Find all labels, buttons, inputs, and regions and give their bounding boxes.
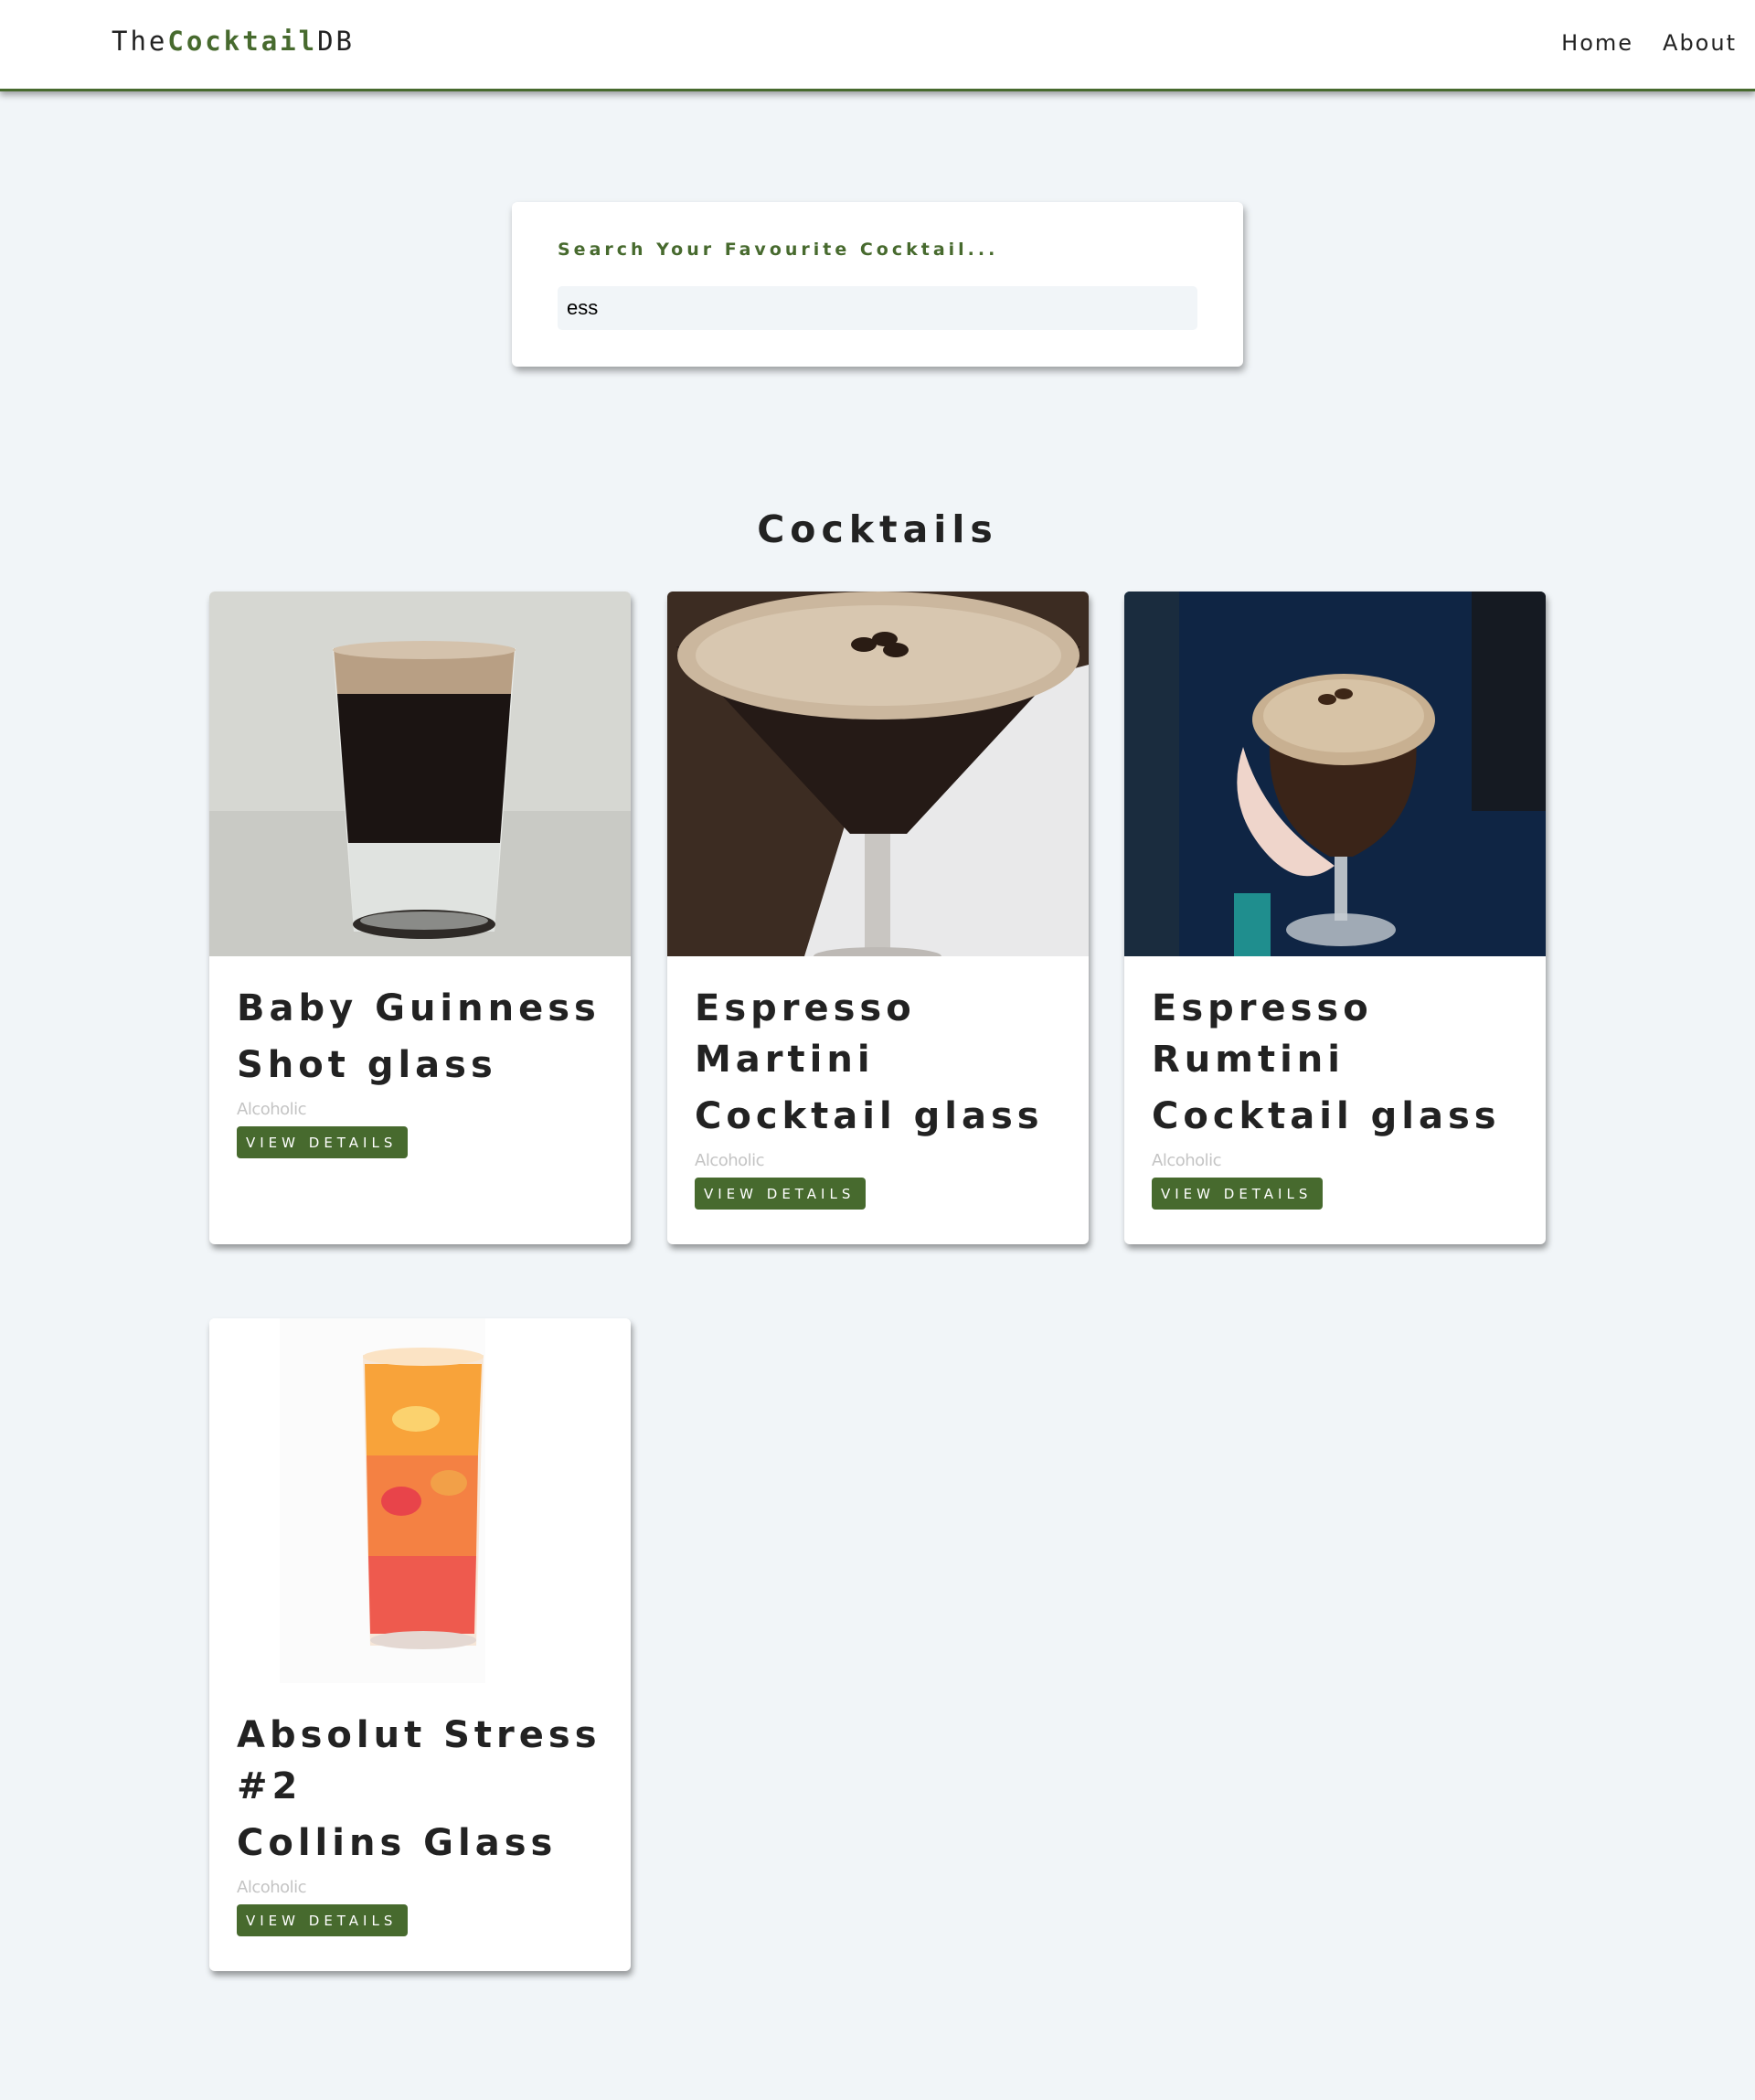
site-logo[interactable]: TheCocktailDB: [112, 26, 355, 57]
cocktail-card: Absolut Stress #2 Collins Glass Alcoholi…: [209, 1318, 631, 1971]
cocktail-name: Absolut Stress #2: [237, 1714, 601, 1807]
search-form: Search Your Favourite Cocktail...: [512, 202, 1243, 367]
card-footer: Baby Guinness Shot glass Alcoholic VIEW …: [237, 975, 614, 1158]
cocktail-image: [667, 592, 1089, 956]
search-label: Search Your Favourite Cocktail...: [558, 240, 999, 260]
navbar: TheCocktailDB Home About: [0, 0, 1755, 91]
logo-highlight: Cocktail: [167, 26, 318, 57]
card-footer: Espresso Martini Cocktail glass Alcoholi…: [695, 975, 1072, 1210]
search-input[interactable]: [558, 286, 1197, 330]
cocktail-info: Alcoholic: [237, 1878, 307, 1897]
nav-link-about[interactable]: About: [1663, 30, 1737, 56]
cocktail-image: [1124, 592, 1546, 956]
cocktail-image: [209, 1318, 631, 1683]
logo-suffix: DB: [317, 26, 355, 57]
martini-glass-illustration: [667, 592, 1089, 956]
cocktail-info: Alcoholic: [1152, 1151, 1222, 1170]
cocktail-name: Espresso Rumtini: [1152, 987, 1373, 1081]
cocktail-image: [209, 592, 631, 956]
cocktail-card: Espresso Martini Cocktail glass Alcoholi…: [667, 592, 1089, 1244]
cocktail-card: Baby Guinness Shot glass Alcoholic VIEW …: [209, 592, 631, 1244]
card-footer: Espresso Rumtini Cocktail glass Alcoholi…: [1152, 975, 1529, 1210]
cocktail-name: Baby Guinness: [237, 987, 601, 1029]
logo-prefix: The: [112, 26, 168, 57]
cocktail-card: Espresso Rumtini Cocktail glass Alcoholi…: [1124, 592, 1546, 1244]
cocktail-info: Alcoholic: [695, 1151, 765, 1170]
shot-glass-illustration: [209, 592, 631, 956]
cocktail-glass: Cocktail glass: [695, 1095, 1044, 1137]
cocktail-glass: Collins Glass: [237, 1822, 558, 1864]
view-details-button[interactable]: VIEW DETAILS: [237, 1126, 409, 1158]
coupe-glass-illustration: [1124, 592, 1546, 956]
cocktail-glass: Shot glass: [237, 1044, 497, 1086]
section-title: Cocktails: [757, 507, 998, 552]
nav-links: Home About: [1561, 30, 1737, 56]
cocktail-glass: Cocktail glass: [1152, 1095, 1501, 1137]
card-footer: Absolut Stress #2 Collins Glass Alcoholi…: [237, 1702, 614, 1936]
cocktail-info: Alcoholic: [237, 1100, 307, 1119]
view-details-button[interactable]: VIEW DETAILS: [237, 1904, 409, 1936]
view-details-button[interactable]: VIEW DETAILS: [695, 1178, 867, 1210]
cocktail-name: Espresso Martini: [695, 987, 916, 1081]
view-details-button[interactable]: VIEW DETAILS: [1152, 1178, 1324, 1210]
collins-glass-illustration: [209, 1318, 631, 1683]
nav-link-home[interactable]: Home: [1561, 30, 1633, 56]
